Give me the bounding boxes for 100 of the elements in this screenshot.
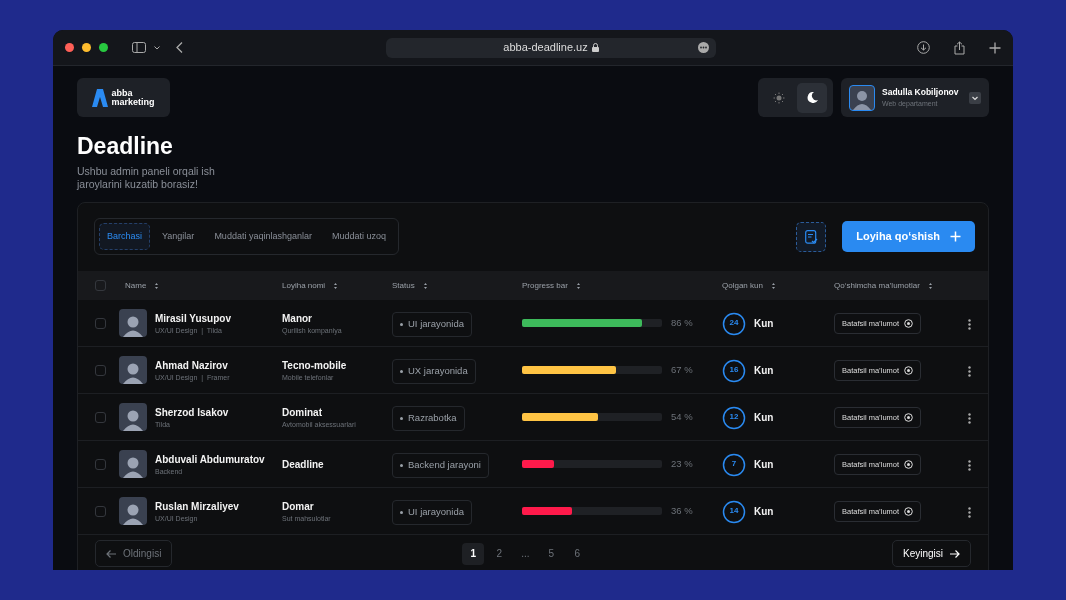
progress-reading: 67 % [671,363,693,378]
page-title: Deadline [77,133,174,161]
chevron-down-icon[interactable] [154,45,160,50]
add-project-button[interactable]: Loyiha qo‘shish [842,221,975,253]
maximize-icon[interactable] [99,43,108,52]
project-name: Manor [282,311,313,326]
lock-icon [591,43,599,52]
arrow-left-icon [106,548,117,559]
project-name: Deadline [282,457,325,472]
person-name: Abduvali Abdumuratov [155,452,265,467]
more-icon[interactable] [968,365,971,377]
days-count: 24 [729,317,739,330]
logo-icon [92,88,109,107]
column-header[interactable]: Name [125,279,147,292]
dark-mode-button[interactable] [797,82,828,113]
row-checkbox[interactable] [95,505,106,517]
sun-icon [772,91,785,104]
address-bar[interactable]: abba-deadline.uz [386,37,716,58]
page-button[interactable]: 5 [540,542,563,565]
days-unit: Kun [754,504,774,519]
moon-icon [805,91,819,104]
back-icon[interactable] [176,42,183,53]
status-tag: UI jarayonida [392,312,472,337]
status-tag: Backend jarayoni [392,453,489,478]
project-name: Domar [282,499,315,514]
status-tag: UI jarayonida [392,500,472,525]
row-checkbox[interactable] [95,317,106,329]
days-unit: Kun [754,410,774,425]
checklist-icon [804,229,818,244]
avatar-icon [119,403,147,432]
person-name: Sherzod Isakov [155,405,229,420]
filter-tab[interactable]: Yangilar [154,222,203,251]
plus-icon [950,231,961,243]
filter-tab[interactable]: Barchasi [99,222,150,251]
avatar-icon [119,309,147,338]
dropdown-icon[interactable] [969,91,981,104]
avatar-icon [119,497,147,526]
days-count: 12 [729,411,739,424]
sidebar-icon[interactable] [132,42,146,53]
progress-reading: 23 % [671,457,693,472]
arrow-right-icon [949,548,960,559]
logo[interactable]: abba marketing [77,78,170,117]
eye-icon [904,412,914,422]
column-header[interactable]: Qolgan kun [722,279,763,292]
person-name: Ahmad Nazirov [155,358,229,373]
days-count: 14 [729,505,739,518]
sort-icon[interactable] [770,281,776,290]
status-tag: UX jarayonida [392,359,476,384]
more-icon[interactable] [968,459,971,471]
plus-icon[interactable] [989,41,1001,54]
column-header[interactable]: Loyiha nomi [282,279,326,292]
sort-icon[interactable] [422,281,428,290]
eye-icon [904,459,914,469]
days-count: 7 [731,458,737,471]
sort-icon[interactable] [575,281,581,290]
column-header[interactable]: Progress bar [522,279,568,292]
row-checkbox[interactable] [95,364,106,376]
column-header[interactable]: Qo‘shimcha ma’lumotlar [834,279,920,292]
column-header[interactable]: Status [392,279,415,292]
page-button[interactable]: 2 [488,542,511,565]
avatar-icon [119,450,147,479]
download-icon[interactable] [917,41,930,54]
share-icon[interactable] [954,40,965,55]
project-name: Dominat [282,405,323,420]
filter-tab[interactable]: Muddati yaqinlashganlar [206,222,320,251]
project-name: Tecno-mobile [282,358,348,373]
days-count: 16 [729,364,739,377]
checklist-button[interactable] [796,221,827,252]
avatar-icon [119,356,147,385]
logo-text: abba [111,88,134,98]
page-button[interactable]: 1 [462,542,485,565]
page-subtitle: Ushbu admin paneli orqali ish jaroylarini kuzatib borasiz! [77,164,216,192]
previous-button[interactable]: Oldingisi [95,540,173,568]
next-button[interactable]: Keyingisi [891,540,971,568]
sort-icon[interactable] [927,281,933,290]
url-text: abba-deadline.uz [503,40,588,56]
avatar-icon [849,84,875,111]
progress-reading: 86 % [671,316,693,331]
page-button[interactable]: ... [514,542,537,565]
days-unit: Kun [754,363,774,378]
days-unit: Kun [754,316,774,331]
close-icon[interactable] [65,43,74,52]
row-checkbox[interactable] [95,458,106,470]
sort-icon[interactable] [333,281,339,290]
logo-text: marketing [111,97,155,107]
minimize-icon[interactable] [82,43,91,52]
more-icon[interactable] [968,506,971,518]
filter-tab[interactable]: Muddati uzoq [323,222,394,251]
days-unit: Kun [754,457,774,472]
more-icon[interactable] [968,318,971,330]
row-checkbox[interactable] [95,411,106,423]
select-all-checkbox[interactable] [95,280,106,292]
sort-icon[interactable] [154,281,160,290]
person-name: Mirasil Yusupov [155,311,231,326]
eye-icon [904,365,914,375]
more-icon[interactable] [698,42,709,53]
eye-icon [904,318,914,328]
user-name: Sadulla Kobiljonov [882,85,960,99]
more-icon[interactable] [968,412,971,424]
page-button[interactable]: 6 [566,542,589,565]
